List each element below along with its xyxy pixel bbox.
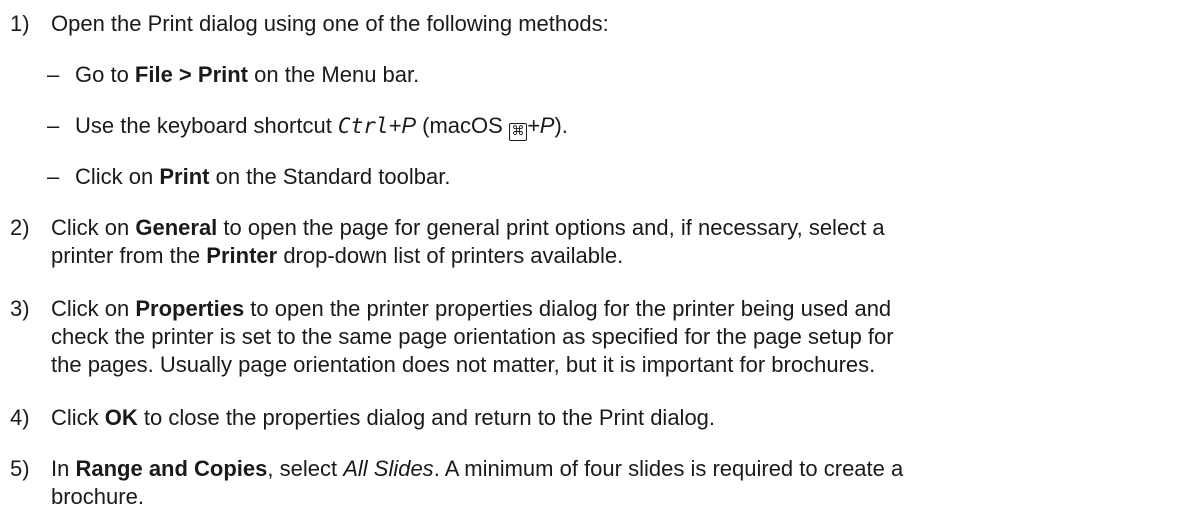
method-2: – Use the keyboard shortcut Ctrl+P (macO… (47, 112, 1184, 141)
step-number: 1) (10, 11, 30, 36)
method-1: – Go to File > Print on the Menu bar. (47, 61, 1184, 89)
ctrl-key-text: Ctrl (337, 114, 389, 138)
bullet-dash: – (47, 164, 60, 189)
step-text: Open the Print dialog using one of the f… (51, 11, 609, 36)
step-4: 4) Click OK to close the properties dial… (10, 404, 1184, 432)
step-number: 3) (10, 296, 30, 321)
step-3: 3) Click on Properties to open the print… (10, 295, 1184, 379)
step-text: Click on Properties to open the printer … (51, 296, 894, 377)
method-3: – Click on Print on the Standard toolbar… (47, 163, 1184, 191)
method-text: Go to File > Print on the Menu bar. (75, 62, 420, 87)
step-text: Click on General to open the page for ge… (51, 215, 885, 268)
bullet-dash: – (47, 113, 60, 138)
step-2: 2) Click on General to open the page for… (10, 214, 1184, 270)
step-1: 1) Open the Print dialog using one of th… (10, 10, 1184, 38)
step-number: 5) (10, 456, 30, 481)
step-5: 5) In Range and Copies, select All Slide… (10, 455, 1184, 511)
method-text: Click on Print on the Standard toolbar. (75, 164, 451, 189)
document-page: 1) Open the Print dialog using one of th… (0, 0, 1194, 520)
step-text: Click OK to close the properties dialog … (51, 405, 716, 430)
bullet-dash: – (47, 62, 60, 87)
step-number: 2) (10, 215, 30, 240)
command-key-icon: ⌘ (508, 123, 527, 141)
step-number: 4) (10, 405, 30, 430)
method-text: Use the keyboard shortcut Ctrl+P (macOS … (75, 113, 568, 141)
step-text: In Range and Copies, select All Slides. … (51, 456, 904, 509)
